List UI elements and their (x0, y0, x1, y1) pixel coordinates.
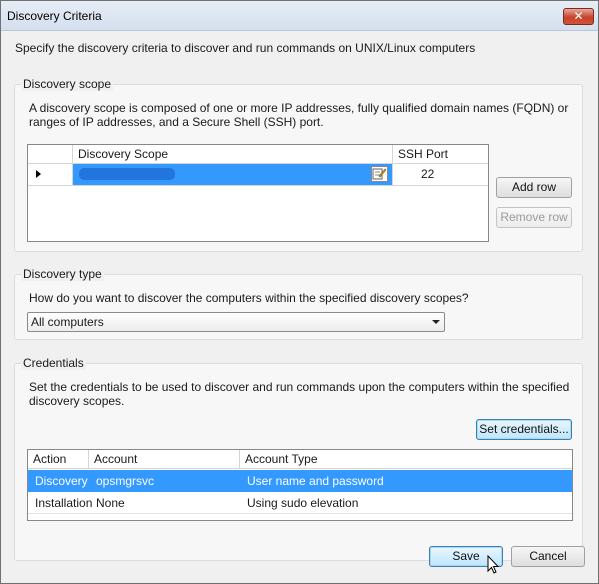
column-header-discovery-scope[interactable]: Discovery Scope (73, 145, 393, 164)
chevron-down-icon (432, 320, 440, 324)
account-type-cell: User name and password (247, 474, 384, 488)
action-cell: Discovery (35, 474, 88, 488)
discovery-type-select[interactable]: All computers (27, 312, 445, 332)
table-row[interactable]: 22 (28, 164, 488, 186)
column-header-action[interactable]: Action (28, 450, 89, 469)
discovery-type-question: How do you want to discover the computer… (29, 291, 469, 305)
credentials-list: Action Account Account Type Discovery op… (27, 449, 573, 521)
grid-corner-header (28, 145, 73, 164)
remove-row-button[interactable]: Remove row (496, 207, 572, 228)
edit-scope-icon[interactable] (371, 166, 388, 182)
discovery-criteria-dialog: Discovery Criteria ✕ Specify the discove… (0, 0, 599, 584)
column-header-account[interactable]: Account (89, 450, 240, 469)
scope-description-line2: ranges of IP addresses, and a Secure She… (29, 115, 324, 129)
redacted-scope-value (79, 168, 175, 180)
account-cell: None (96, 496, 125, 510)
discovery-type-group: Discovery type How do you want to discov… (14, 267, 583, 340)
row-header[interactable] (28, 164, 73, 185)
credentials-row-installation[interactable]: Installation None Using sudo elevation (28, 492, 572, 514)
action-cell: Installation (35, 496, 93, 510)
mouse-cursor-icon (487, 555, 500, 574)
discovery-type-selected: All computers (31, 315, 104, 329)
column-header-ssh-port[interactable]: SSH Port (393, 145, 488, 164)
discovery-scope-legend: Discovery scope (21, 77, 114, 91)
credentials-row-discovery[interactable]: Discovery opsmgrsvc User name and passwo… (28, 470, 572, 492)
scope-description-line1: A discovery scope is composed of one or … (29, 101, 569, 115)
close-button[interactable]: ✕ (563, 8, 594, 25)
credentials-legend: Credentials (21, 356, 86, 370)
credentials-group: Credentials Set the credentials to be us… (14, 356, 583, 561)
intro-text: Specify the discovery criteria to discov… (15, 41, 476, 55)
current-row-arrow-icon (36, 170, 41, 178)
set-credentials-button[interactable]: Set credentials... (476, 419, 572, 440)
discovery-scope-cell[interactable] (73, 164, 393, 185)
ssh-port-cell[interactable]: 22 (393, 164, 488, 185)
close-icon: ✕ (573, 9, 584, 23)
column-header-account-type[interactable]: Account Type (240, 450, 572, 469)
account-cell: opsmgrsvc (96, 474, 155, 488)
credentials-description-line2: discovery scopes. (29, 394, 125, 408)
add-row-button[interactable]: Add row (496, 177, 572, 198)
credentials-description-line1: Set the credentials to be used to discov… (29, 380, 570, 394)
discovery-type-legend: Discovery type (21, 267, 104, 281)
account-type-cell: Using sudo elevation (247, 496, 359, 510)
cancel-button[interactable]: Cancel (511, 546, 585, 567)
title-bar: Discovery Criteria ✕ (1, 1, 598, 31)
window-title: Discovery Criteria (7, 9, 102, 23)
dialog-body: Specify the discovery criteria to discov… (2, 32, 597, 583)
discovery-scope-group: Discovery scope A discovery scope is com… (14, 77, 583, 252)
discovery-scope-grid: Discovery Scope SSH Port 22 (27, 144, 489, 242)
